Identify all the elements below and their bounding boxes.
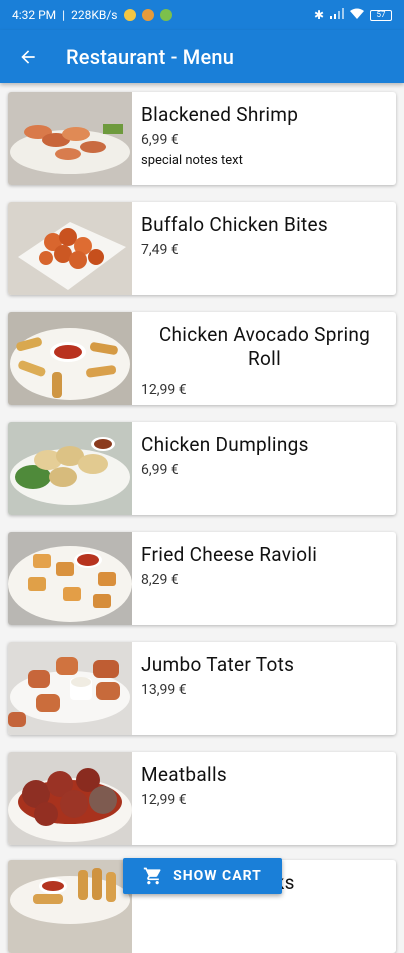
item-notes: special notes text <box>141 153 243 168</box>
menu-item-card[interactable]: Chicken Dumplings 6,99 € <box>8 422 396 515</box>
food-image <box>8 860 132 953</box>
item-name: Buffalo Chicken Bites <box>141 213 329 236</box>
bluetooth-icon: ✱ <box>313 8 324 22</box>
menu-item-card[interactable]: Blackened Shrimp 6,99 € special notes te… <box>8 92 396 185</box>
item-price: 6,99 € <box>141 132 179 148</box>
item-name: Chicken Dumplings <box>141 433 309 456</box>
item-price: 8,29 € <box>141 572 179 588</box>
notification-icon <box>123 9 136 21</box>
food-image <box>8 312 132 405</box>
item-name: Blackened Shrimp <box>141 103 299 126</box>
status-time: 4:32 PM <box>12 8 57 22</box>
item-name: Meatballs <box>141 763 227 786</box>
app-notification-icon <box>141 9 154 21</box>
arrow-back-icon <box>21 49 35 64</box>
item-name: Fried Cheese Ravioli <box>141 543 318 566</box>
food-image <box>8 532 132 625</box>
menu-item-card[interactable]: Buffalo Chicken Bites 7,49 € <box>8 202 396 295</box>
food-image <box>8 642 132 735</box>
app-notification-icon-2 <box>159 9 172 21</box>
wifi-icon <box>350 8 364 22</box>
battery-icon: 57 <box>370 9 392 21</box>
status-network-speed: 228KB/s <box>71 8 118 22</box>
page-title: Restaurant - Menu <box>66 44 235 69</box>
food-image <box>8 92 132 185</box>
back-button[interactable] <box>0 30 56 83</box>
item-price: 7,49 € <box>141 242 179 258</box>
food-image <box>8 422 132 515</box>
menu-item-card[interactable]: Fried Cheese Ravioli 8,29 € <box>8 532 396 625</box>
item-price: 12,99 € <box>141 382 187 398</box>
show-cart-button[interactable]: SHOW CART <box>123 858 282 894</box>
item-price: 6,99 € <box>141 462 179 478</box>
food-image <box>8 202 132 295</box>
signal-icon <box>330 8 344 22</box>
menu-item-card[interactable]: Meatballs 12,99 € <box>8 752 396 845</box>
item-name: Chicken Avocado Spring Roll <box>158 323 371 370</box>
item-price: 13,99 € <box>141 682 187 698</box>
menu-item-card[interactable]: Chicken Avocado Spring Roll 12,99 € <box>8 312 396 405</box>
app-bar: Restaurant - Menu <box>0 30 404 83</box>
item-price: 12,99 € <box>141 792 187 808</box>
food-image <box>8 752 132 845</box>
show-cart-label: SHOW CART <box>173 868 262 884</box>
item-name: Jumbo Tater Tots <box>141 653 295 676</box>
menu-item-card[interactable]: Jumbo Tater Tots 13,99 € <box>8 642 396 735</box>
shopping-cart-icon <box>143 867 161 885</box>
status-bar: 4:32 PM | 228KB/s ✱ 57 <box>0 0 404 30</box>
